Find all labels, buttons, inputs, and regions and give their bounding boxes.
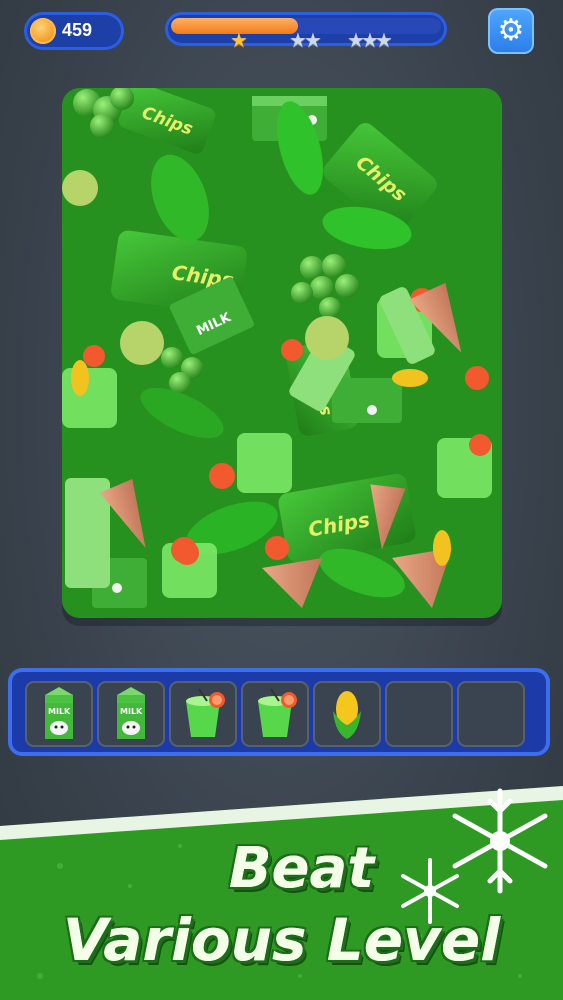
tray-slot-empty[interactable] <box>385 681 453 747</box>
gear-icon: ⚙ <box>497 13 525 48</box>
banner-title-line2: Various Level <box>62 906 501 974</box>
star-icon: ★ <box>375 28 393 52</box>
tray-slot[interactable]: MILK <box>25 681 93 747</box>
milk-carton-item[interactable] <box>332 378 402 423</box>
tray-slot[interactable] <box>313 681 381 747</box>
item-pile-board[interactable]: Chips Chips Chips Chips Chips MILK <box>62 88 502 618</box>
milk-carton-icon: MILK <box>45 687 73 739</box>
item-pile[interactable]: Chips Chips Chips Chips Chips MILK <box>62 88 502 618</box>
coin-counter: 459 <box>24 12 124 50</box>
star-icon: ★ <box>304 28 322 52</box>
coin-count: 459 <box>62 20 93 40</box>
milk-label: MILK <box>120 707 143 716</box>
green-smoothie-icon <box>186 688 225 737</box>
milk-label: MILK <box>48 707 71 716</box>
collection-tray: MILK MILK <box>8 668 550 756</box>
green-smoothie-item[interactable] <box>437 434 492 498</box>
banner-title-line1: Beat <box>228 836 375 901</box>
tray-slot[interactable] <box>241 681 309 747</box>
star-icon: ★ <box>230 28 248 52</box>
settings-button[interactable]: ⚙ <box>488 8 534 54</box>
coin-icon <box>30 18 56 44</box>
tray-slot-empty[interactable] <box>457 681 525 747</box>
tray-slot[interactable]: MILK <box>97 681 165 747</box>
promo-banner: Beat Various Level <box>0 786 563 1000</box>
tray-slot[interactable] <box>169 681 237 747</box>
milk-carton-icon: MILK <box>117 687 145 739</box>
green-smoothie-icon <box>258 688 297 737</box>
corn-icon <box>333 691 361 739</box>
